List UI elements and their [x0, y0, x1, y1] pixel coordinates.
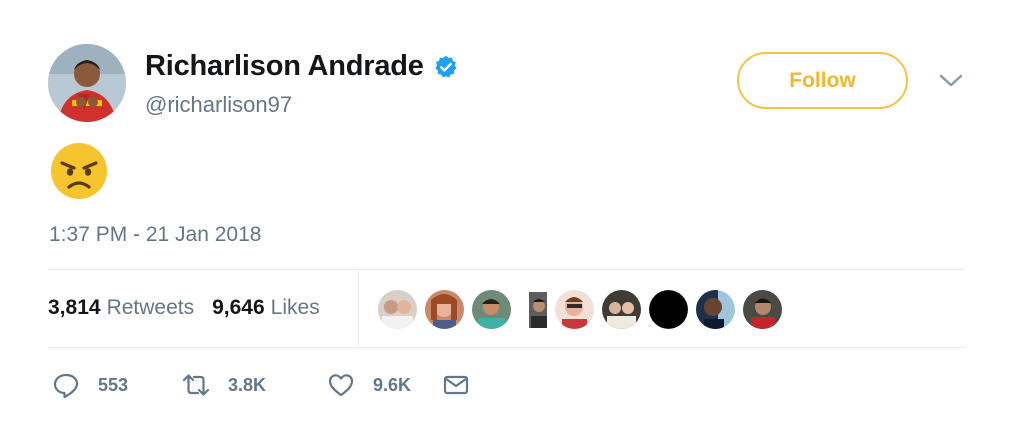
- tweet-header: Richarlison Andrade @richarlison97 Follo…: [48, 44, 978, 124]
- liker-avatar[interactable]: [472, 290, 511, 329]
- liker-avatar[interactable]: [555, 290, 594, 329]
- tweet-stats: 3,814 Retweets 9,646 Likes: [48, 296, 320, 320]
- chevron-down-icon[interactable]: [938, 72, 964, 90]
- envelope-icon: [443, 375, 469, 395]
- divider-bottom: [48, 347, 965, 348]
- name-row: Richarlison Andrade: [145, 50, 458, 83]
- likes-count: 9,646: [212, 296, 265, 319]
- tweet-timestamp[interactable]: 1:37 PM - 21 Jan 2018: [49, 223, 261, 247]
- like-action[interactable]: 9.6K: [327, 371, 442, 399]
- liker-avatar[interactable]: [378, 290, 417, 329]
- direct-message-action[interactable]: [442, 371, 470, 399]
- liker-avatar[interactable]: [649, 290, 688, 329]
- author-display-name[interactable]: Richarlison Andrade: [145, 50, 424, 83]
- author-handle[interactable]: @richarlison97: [145, 92, 292, 118]
- liker-avatar[interactable]: [696, 290, 735, 329]
- reply-icon: [53, 373, 79, 399]
- reply-count: 553: [98, 374, 129, 395]
- tweet-actions: 553 3.8K 9.6K: [52, 371, 470, 399]
- retweets-label: Retweets: [106, 296, 195, 319]
- liker-avatar[interactable]: [519, 290, 547, 329]
- author-avatar[interactable]: [48, 44, 126, 122]
- retweet-icon: [182, 374, 210, 396]
- follow-button[interactable]: Follow: [737, 52, 908, 109]
- liker-avatars: [378, 290, 790, 329]
- liker-avatar[interactable]: [425, 290, 464, 329]
- verified-badge-icon: [435, 55, 457, 77]
- retweets-count: 3,814: [48, 296, 101, 319]
- likes-stat[interactable]: 9,646 Likes: [212, 296, 320, 320]
- liker-avatar[interactable]: [743, 290, 782, 329]
- heart-icon: [328, 374, 354, 397]
- angry-face-emoji-icon: [51, 143, 107, 199]
- likes-label: Likes: [270, 296, 320, 319]
- divider-top: [48, 269, 965, 270]
- retweet-count: 3.8K: [228, 374, 267, 395]
- reply-action[interactable]: 553: [52, 371, 182, 399]
- retweet-action[interactable]: 3.8K: [182, 371, 327, 399]
- retweets-stat[interactable]: 3,814 Retweets: [48, 296, 194, 320]
- like-count: 9.6K: [373, 374, 412, 395]
- liker-avatar[interactable]: [602, 290, 641, 329]
- avatar-photo-icon: [48, 44, 126, 122]
- divider-vertical: [358, 270, 359, 347]
